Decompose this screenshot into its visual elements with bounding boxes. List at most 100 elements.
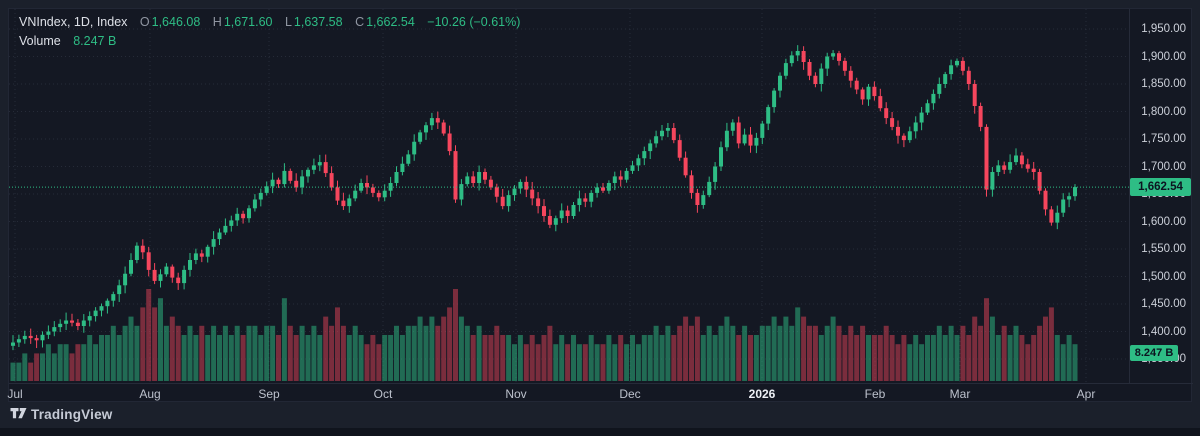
candle-body — [695, 193, 699, 205]
close-value: 1,662.54 — [366, 15, 415, 29]
volume-bar — [388, 335, 393, 381]
volume-bar — [241, 335, 246, 381]
candle-body — [613, 176, 617, 183]
volume-bar — [825, 326, 830, 381]
candle-body — [507, 195, 511, 206]
volume-bar — [913, 335, 918, 381]
open-label: O — [140, 15, 150, 29]
volume-bar — [140, 307, 145, 381]
volume-bar — [500, 335, 505, 381]
candle-body — [548, 216, 552, 225]
candle-body — [200, 253, 204, 256]
volume-bar — [813, 326, 818, 381]
volume-bar — [483, 335, 488, 381]
candle-body — [282, 171, 286, 184]
candle-body — [648, 143, 652, 151]
candle-body — [825, 57, 829, 69]
volume-bar — [837, 326, 842, 381]
candle-body — [890, 118, 894, 127]
volume-bar — [193, 335, 198, 381]
candle-body — [577, 198, 581, 205]
candle-body — [625, 171, 629, 180]
volume-label[interactable]: Volume — [19, 34, 61, 48]
volume-bar — [530, 335, 535, 381]
candle-body — [554, 218, 558, 225]
candle-body — [973, 84, 977, 106]
candle-body — [418, 132, 422, 141]
time-axis[interactable]: JulAugSepOctNovDec2026FebMarApr — [9, 383, 1193, 403]
candle-body — [819, 69, 823, 84]
volume-bar — [960, 326, 965, 381]
volume-bar — [848, 326, 853, 381]
volume-bar — [81, 344, 86, 381]
volume-bar — [1014, 326, 1019, 381]
time-axis-label: Sep — [258, 387, 279, 401]
candle-body — [223, 226, 227, 233]
candle-body — [88, 316, 92, 320]
volume-bar — [164, 326, 169, 381]
candle-body — [931, 94, 935, 103]
volume-bar — [565, 344, 570, 381]
volume-bar — [618, 335, 623, 381]
candle-body — [483, 172, 487, 180]
candle-body — [406, 154, 410, 163]
candle-body — [182, 270, 186, 283]
volume-bar — [258, 335, 263, 381]
candle-body — [330, 173, 334, 187]
volume-bar — [966, 335, 971, 381]
symbol-title[interactable]: VNIndex, 1D, Index — [19, 15, 127, 29]
volume-bar — [270, 326, 275, 381]
candle-body — [619, 176, 623, 179]
candle-body — [212, 239, 216, 247]
candle-body — [76, 323, 80, 326]
volume-bar — [329, 326, 334, 381]
candle-body — [176, 278, 180, 284]
candle-body — [383, 191, 387, 198]
candle-body — [147, 252, 151, 270]
candle-body — [412, 142, 416, 155]
candle-body — [277, 180, 281, 184]
high-label: H — [213, 15, 222, 29]
candle-body — [129, 260, 133, 274]
candle-body — [536, 198, 540, 206]
tradingview-logo-icon[interactable] — [10, 407, 27, 422]
volume-bar — [547, 326, 552, 381]
volume-bar — [28, 363, 33, 381]
candle-body — [1061, 200, 1065, 213]
candle-body — [802, 51, 806, 62]
candle-body — [377, 193, 381, 197]
candle-body — [731, 123, 735, 131]
volume-bar — [182, 335, 187, 381]
volume-bar — [1049, 307, 1054, 381]
volume-bar — [695, 317, 700, 381]
candle-body — [324, 162, 328, 173]
volume-bar — [294, 335, 299, 381]
volume-bar — [1008, 335, 1013, 381]
time-axis-label: Mar — [950, 387, 971, 401]
candle-body — [967, 71, 971, 84]
volume-bar — [365, 344, 370, 381]
candle-body — [701, 195, 705, 205]
price-axis-label: 1,800.00 — [1141, 105, 1186, 119]
candle-body — [684, 158, 688, 176]
volume-bar — [1073, 344, 1078, 381]
volume-bar — [264, 326, 269, 381]
volume-bar — [754, 335, 759, 381]
chart-canvas[interactable] — [9, 9, 1193, 403]
candle-body — [58, 324, 62, 327]
price-axis-label: 1,550.00 — [1141, 242, 1186, 256]
change-value: −10.26 (−0.61%) — [427, 15, 520, 29]
candle-body — [949, 65, 953, 74]
price-axis[interactable]: 1,950.001,900.001,850.001,800.001,750.00… — [1129, 9, 1193, 383]
volume-bar — [996, 335, 1001, 381]
candle-body — [572, 205, 576, 216]
volume-bar — [400, 335, 405, 381]
candle-body — [206, 247, 210, 257]
candle-body — [979, 106, 983, 127]
volume-bar — [370, 335, 375, 381]
volume-value: 8.247 B — [73, 34, 116, 48]
chart-window: VNIndex, 1D, Index O1,646.08 H1,671.60 L… — [0, 0, 1200, 436]
volume-bar — [606, 335, 611, 381]
volume-bar — [123, 326, 128, 381]
tradingview-logo-text[interactable]: TradingView — [31, 407, 112, 422]
